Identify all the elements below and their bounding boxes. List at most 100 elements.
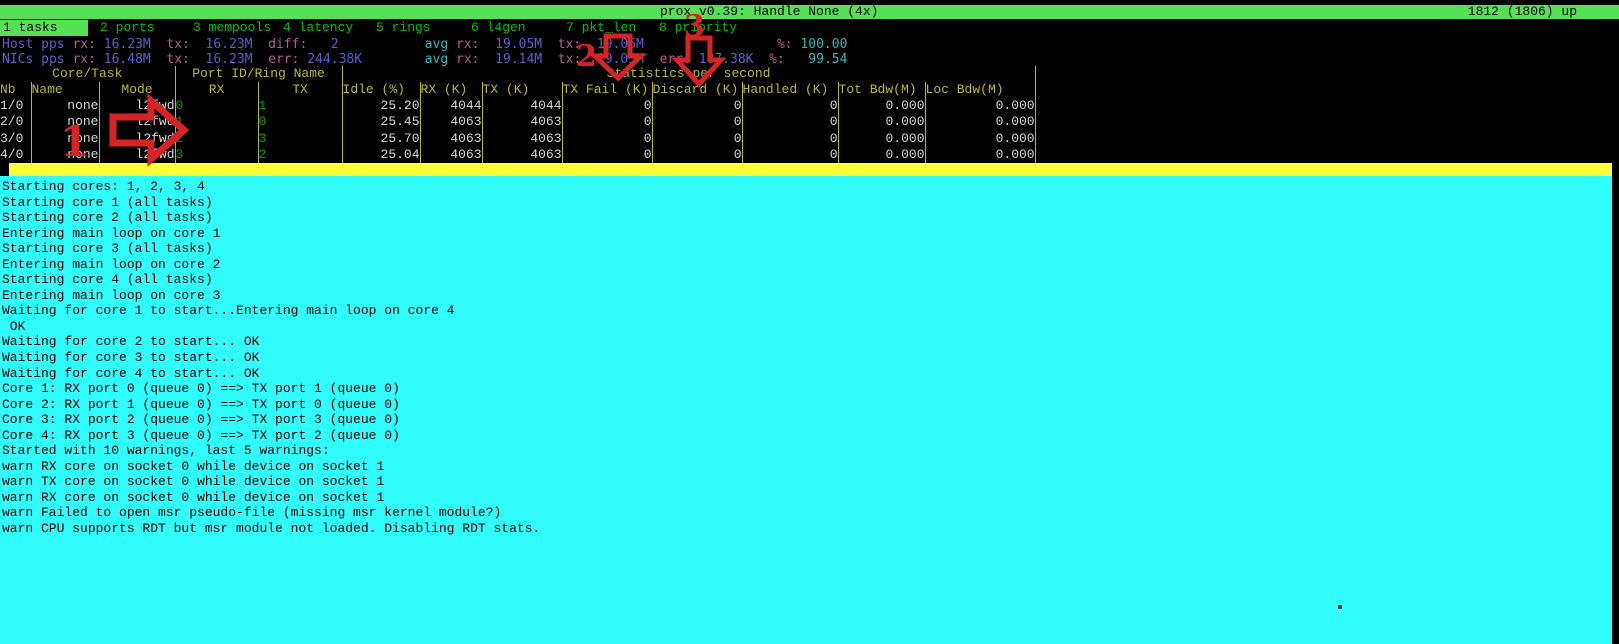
group-header: Core/Task: [0, 66, 175, 82]
uptime-counter: 1812 (1806) up: [1468, 5, 1577, 19]
column-header: RX: [175, 82, 258, 98]
stat-segment: tx:: [558, 52, 581, 67]
table-cell: 0.000: [838, 131, 925, 147]
table-cell: 4063: [420, 147, 482, 163]
column-header: TX (K): [482, 82, 562, 98]
table-cell: 0: [562, 98, 652, 114]
stat-segment: [542, 52, 558, 67]
table-cell: 0: [742, 147, 838, 163]
stat-segment: err:: [660, 52, 691, 67]
column-header: Tot Bdw(M): [838, 82, 925, 98]
tab-mempools[interactable]: 3 mempools: [190, 20, 274, 36]
table-cell: 0.000: [838, 147, 925, 163]
tab-latency[interactable]: 4 latency: [280, 20, 356, 36]
stat-segment: rx:: [72, 37, 95, 52]
stat-segment: 19.14M: [480, 52, 543, 67]
column-header: Handled (K): [742, 82, 838, 98]
table-cell: 0: [258, 114, 342, 130]
stat-segment: 16.23M: [190, 37, 253, 52]
tab-bar: 1 tasks 2 ports 3 mempools 4 latency 5 rings…: [0, 20, 1619, 36]
divider-bar: [9, 163, 1612, 176]
column-header: TX Fail (K): [562, 82, 652, 98]
tab-priority[interactable]: 8 priority: [656, 20, 740, 36]
table-cell: 0: [742, 114, 838, 130]
table-cell: 1: [175, 114, 258, 130]
table-group-header-row: Core/TaskPort ID/Ring NameStatistics per…: [0, 66, 1035, 82]
table-cell: 2: [175, 131, 258, 147]
tab-l4gen[interactable]: 6 l4gen: [468, 20, 529, 36]
stat-segment: 99.54: [785, 52, 848, 67]
stat-segment: rx:: [72, 52, 95, 67]
table-cell: 25.70: [342, 131, 420, 147]
stat-segment: 19.05M: [480, 37, 543, 52]
table-cell: 4063: [482, 147, 562, 163]
table-cell: 4063: [420, 131, 482, 147]
stat-segment: tx:: [166, 37, 189, 52]
table-cell: 0: [175, 98, 258, 114]
tab-ports[interactable]: 2 ports: [97, 20, 158, 36]
table-cell: l2fwd: [99, 98, 175, 114]
group-header: Statistics per second: [342, 66, 1035, 82]
table-cell: 4063: [482, 114, 562, 130]
stat-segment: avg: [425, 37, 448, 52]
table-row: 1/0nonel2fwd0125.20404440440000.0000.000: [0, 98, 1035, 114]
tab-rings[interactable]: 5 rings: [373, 20, 434, 36]
table-cell: 1/0: [0, 98, 31, 114]
stat-segment: tx:: [558, 37, 581, 52]
stat-segment: %:: [777, 37, 793, 52]
stat-segment: [644, 37, 777, 52]
stat-segment: avg: [425, 52, 448, 67]
nics-pps-statline: NICs pps rx: 16.48M tx: 16.23M err: 244.…: [2, 52, 847, 67]
table-cell: l2fwd: [99, 147, 175, 163]
stat-segment: diff:: [268, 37, 307, 52]
table-cell: 0: [742, 131, 838, 147]
table-cell: none: [31, 98, 99, 114]
stat-segment: [542, 37, 558, 52]
table-row: 3/0nonel2fwd2325.70406340630000.0000.000: [0, 131, 1035, 147]
cursor-block: [0, 163, 9, 176]
stat-segment: [362, 52, 425, 67]
screen-speck: [1338, 605, 1342, 609]
stat-segment: [644, 52, 660, 67]
table-row: 2/0nonel2fwd1025.45406340630000.0000.000: [0, 114, 1035, 130]
stat-segment: 19.05M: [581, 37, 644, 52]
stat-segment: 100.00: [793, 37, 848, 52]
table-cell: 4/0: [0, 147, 31, 163]
table-cell: 2: [258, 147, 342, 163]
stat-segment: tx:: [166, 52, 189, 67]
stat-segment: err:: [268, 52, 299, 67]
table-cell: 0: [742, 98, 838, 114]
tab-pkt_len[interactable]: 7 pkt_len: [563, 20, 639, 36]
table-cell: 0: [562, 131, 652, 147]
table-cell: 0: [652, 131, 742, 147]
table-cell: l2fwd: [99, 114, 175, 130]
prox-terminal-window: prox v0.39: Handle None (4x) 1812 (1806)…: [0, 0, 1619, 644]
stat-segment: NICs pps: [2, 52, 65, 67]
table-cell: 0.000: [838, 114, 925, 130]
column-header: Nb: [0, 82, 31, 98]
stat-segment: %:: [769, 52, 785, 67]
table-cell: 0.000: [925, 114, 1035, 130]
stat-segment: 19.05M: [581, 52, 644, 67]
stat-segment: [253, 37, 269, 52]
group-header: Port ID/Ring Name: [175, 66, 342, 82]
tab-tasks[interactable]: 1 tasks: [0, 20, 88, 36]
stat-segment: rx:: [456, 52, 479, 67]
table-cell: 0: [562, 114, 652, 130]
stat-segment: 16.23M: [190, 52, 253, 67]
app-title: prox v0.39: Handle None (4x): [660, 5, 878, 19]
stat-segment: Host pps: [2, 37, 65, 52]
table-cell: 0: [652, 147, 742, 163]
table-cell: 3/0: [0, 131, 31, 147]
stat-segment: [151, 52, 167, 67]
table-row: 4/0nonel2fwd3225.04406340630000.0000.000: [0, 147, 1035, 163]
log-area[interactable]: Starting cores: 1, 2, 3, 4 Starting core…: [0, 176, 1612, 644]
title-bar: prox v0.39: Handle None (4x) 1812 (1806)…: [0, 5, 1619, 19]
table-cell: 4044: [420, 98, 482, 114]
table-cell: 3: [175, 147, 258, 163]
table-cell: none: [31, 114, 99, 130]
column-header: Name: [31, 82, 99, 98]
stat-segment: [253, 52, 269, 67]
table-cell: 0.000: [838, 98, 925, 114]
table-cell: 0: [652, 114, 742, 130]
